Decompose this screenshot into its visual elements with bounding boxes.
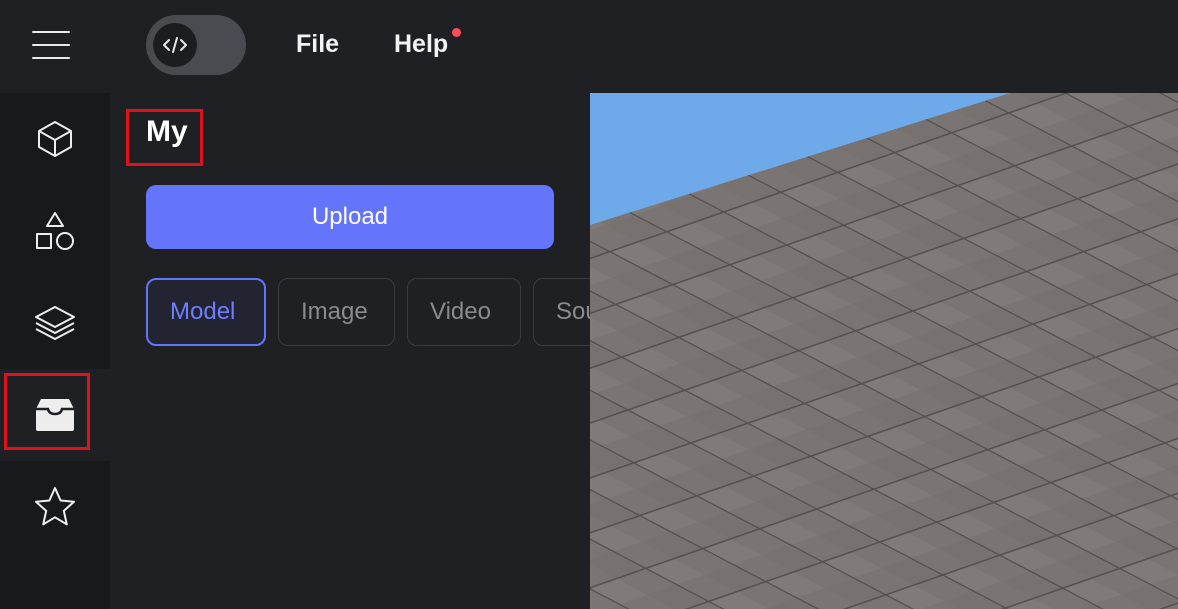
rail-item-my-assets[interactable] [0, 369, 110, 461]
cube-icon [38, 121, 72, 157]
side-rail [0, 93, 110, 609]
rail-item-layers[interactable] [0, 277, 110, 369]
layers-icon [35, 306, 75, 340]
help-menu[interactable]: Help [394, 30, 448, 59]
tab-sound[interactable]: Sound [533, 278, 590, 346]
assets-panel: My Upload Model Image Video Sound [110, 93, 590, 609]
top-bar: File Help [0, 0, 1178, 93]
3d-viewport[interactable] [590, 93, 1178, 609]
shapes-icon [36, 212, 74, 250]
upload-button[interactable]: Upload [146, 185, 554, 249]
star-icon [35, 487, 75, 526]
tab-video[interactable]: Video [407, 278, 521, 346]
hamburger-menu-icon[interactable] [28, 28, 76, 64]
tab-model[interactable]: Model [146, 278, 266, 346]
tab-image[interactable]: Image [278, 278, 395, 346]
rail-item-models[interactable] [0, 93, 110, 185]
notification-dot [452, 28, 461, 37]
code-icon [153, 23, 197, 67]
panel-title: My [146, 115, 188, 148]
rail-item-favorites[interactable] [0, 461, 110, 553]
code-toggle[interactable] [146, 15, 246, 75]
rail-item-shapes[interactable] [0, 185, 110, 277]
inbox-icon [36, 399, 74, 431]
file-menu[interactable]: File [296, 30, 339, 59]
